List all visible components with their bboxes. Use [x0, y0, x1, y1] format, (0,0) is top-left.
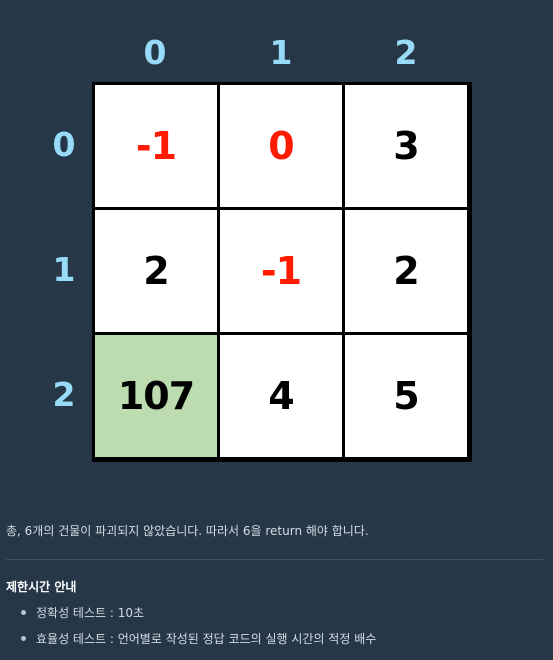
time-limit-heading: 제한시간 안내	[6, 580, 77, 594]
grid-cell-2-1: 4	[220, 335, 342, 457]
problem-description-page: 0 1 2 0 1 2 -1 0 3 2 -1 2 107 4 5 총, 6개의…	[0, 0, 553, 660]
grid-cell-0-1: 0	[220, 85, 342, 207]
grid-cell-0-2: 3	[345, 85, 467, 207]
time-limit-list: 정확성 테스트 : 10초 효율성 테스트 : 언어별로 작성된 정답 코드의 …	[6, 604, 376, 656]
result-caption: 총, 6개의 건물이 파괴되지 않았습니다. 따라서 6을 return 해야 …	[6, 524, 369, 538]
list-item-text: 효율성 테스트 : 언어별로 작성된 정답 코드의 실행 시간의 적정 배수	[36, 632, 377, 646]
row-header-0: 0	[52, 125, 76, 164]
board-grid: -1 0 3 2 -1 2 107 4 5	[92, 82, 472, 462]
column-header-1: 1	[269, 33, 293, 72]
grid-cell-1-0: 2	[95, 210, 217, 332]
column-header-2: 2	[394, 33, 418, 72]
bullet-icon	[21, 610, 26, 615]
row-header-1: 1	[52, 250, 76, 289]
list-item: 효율성 테스트 : 언어별로 작성된 정답 코드의 실행 시간의 적정 배수	[6, 630, 376, 656]
grid-cell-2-0-highlighted: 107	[95, 335, 217, 457]
row-header-2: 2	[52, 375, 76, 414]
list-item-text: 정확성 테스트 : 10초	[36, 606, 145, 620]
bullet-icon	[21, 636, 26, 641]
grid-cell-2-2: 5	[345, 335, 467, 457]
grid-cell-1-1: -1	[220, 210, 342, 332]
grid-cell-0-0: -1	[95, 85, 217, 207]
list-item: 정확성 테스트 : 10초	[6, 604, 376, 630]
grid-cell-1-2: 2	[345, 210, 467, 332]
column-header-0: 0	[143, 33, 167, 72]
section-divider	[6, 559, 543, 560]
